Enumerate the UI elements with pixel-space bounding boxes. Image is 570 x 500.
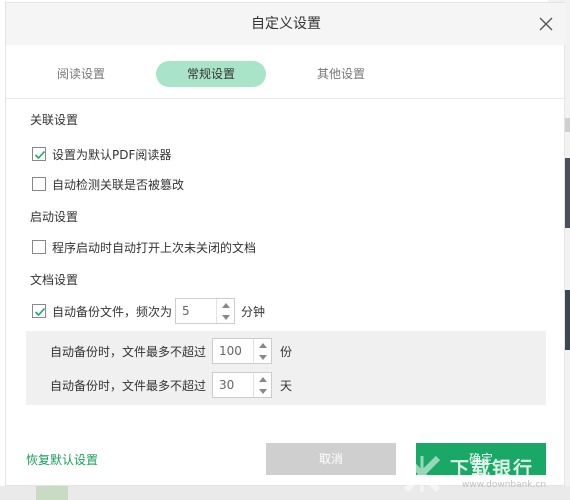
detect-tampered-checkbox[interactable] — [32, 177, 46, 191]
default-pdf-reader-label: 设置为默认PDF阅读器 — [52, 147, 172, 162]
backup-interval-input[interactable] — [176, 299, 216, 323]
watermark-text: 下载银行 — [450, 458, 535, 480]
increment-button[interactable] — [217, 299, 234, 311]
check-icon — [34, 150, 46, 160]
watermark-url: www.downbank.cn — [462, 480, 547, 490]
cancel-button[interactable]: 取消 — [266, 443, 396, 475]
watermark-logo-icon — [403, 455, 441, 493]
caret-up-icon — [221, 302, 230, 308]
backup-limits-panel: 自动备份时，文件最多不超过 份 自动备份时，文件最多不超过 — [26, 331, 546, 405]
backup-interval-unit: 分钟 — [241, 304, 266, 319]
decrement-button[interactable] — [254, 385, 271, 397]
open-last-docs-option[interactable]: 程序启动时自动打开上次未关闭的文档 — [32, 239, 256, 255]
section-title-startup: 启动设置 — [30, 210, 79, 224]
section-title-document: 文档设置 — [30, 273, 79, 287]
reset-defaults-link[interactable]: 恢复默认设置 — [26, 451, 98, 468]
backup-max-files-stepper[interactable] — [212, 338, 272, 364]
caret-down-icon — [258, 388, 267, 394]
backup-max-days-stepper[interactable] — [212, 372, 272, 398]
backup-max-days-label: 自动备份时，文件最多不超过 — [50, 378, 207, 393]
tab-bar: 阅读设置 常规设置 其他设置 — [6, 45, 566, 99]
backup-max-days-arrows — [253, 373, 271, 397]
auto-backup-label: 自动备份文件，频次为 — [52, 304, 173, 319]
tab-general-settings[interactable]: 常规设置 — [156, 61, 266, 87]
backup-interval-stepper[interactable] — [175, 298, 235, 324]
backup-max-files-input[interactable] — [213, 339, 253, 363]
backup-max-days-row: 自动备份时，文件最多不超过 天 — [50, 372, 442, 398]
open-last-docs-label: 程序启动时自动打开上次未关闭的文档 — [52, 240, 257, 255]
decrement-button[interactable] — [217, 311, 234, 323]
backup-max-files-row: 自动备份时，文件最多不超过 份 — [50, 338, 442, 364]
section-title-association: 关联设置 — [30, 113, 79, 127]
default-pdf-reader-option[interactable]: 设置为默认PDF阅读器 — [32, 146, 171, 162]
tab-other-settings[interactable]: 其他设置 — [301, 61, 381, 87]
increment-button[interactable] — [254, 339, 271, 351]
caret-up-icon — [258, 376, 267, 382]
title-bar: 自定义设置 — [6, 3, 566, 45]
auto-backup-checkbox[interactable] — [32, 304, 46, 318]
check-icon — [34, 307, 46, 317]
decrement-button[interactable] — [254, 351, 271, 363]
tab-reading-settings[interactable]: 阅读设置 — [41, 61, 121, 87]
close-button[interactable] — [536, 14, 556, 34]
close-icon — [539, 17, 553, 31]
background-thumbnail — [36, 486, 68, 500]
backup-max-days-unit: 天 — [280, 378, 293, 393]
backup-max-days-input[interactable] — [213, 373, 253, 397]
caret-down-icon — [258, 354, 267, 360]
dialog-title: 自定义设置 — [251, 16, 321, 32]
backup-max-files-label: 自动备份时，文件最多不超过 — [50, 344, 207, 359]
increment-button[interactable] — [254, 373, 271, 385]
default-pdf-reader-checkbox[interactable] — [32, 147, 46, 161]
caret-down-icon — [221, 314, 230, 320]
caret-up-icon — [258, 342, 267, 348]
detect-tampered-option[interactable]: 自动检测关联是否被篡改 — [32, 176, 184, 192]
backup-max-files-unit: 份 — [280, 344, 293, 359]
backup-max-files-arrows — [253, 339, 271, 363]
settings-dialog: 自定义设置 阅读设置 常规设置 其他设置 关联设置 设置为默认PDF阅读器 自动… — [5, 2, 566, 486]
detect-tampered-label: 自动检测关联是否被篡改 — [52, 177, 185, 192]
open-last-docs-checkbox[interactable] — [32, 240, 46, 254]
auto-backup-row: 自动备份文件，频次为 分钟 — [32, 298, 265, 324]
backup-interval-arrows — [216, 299, 234, 323]
